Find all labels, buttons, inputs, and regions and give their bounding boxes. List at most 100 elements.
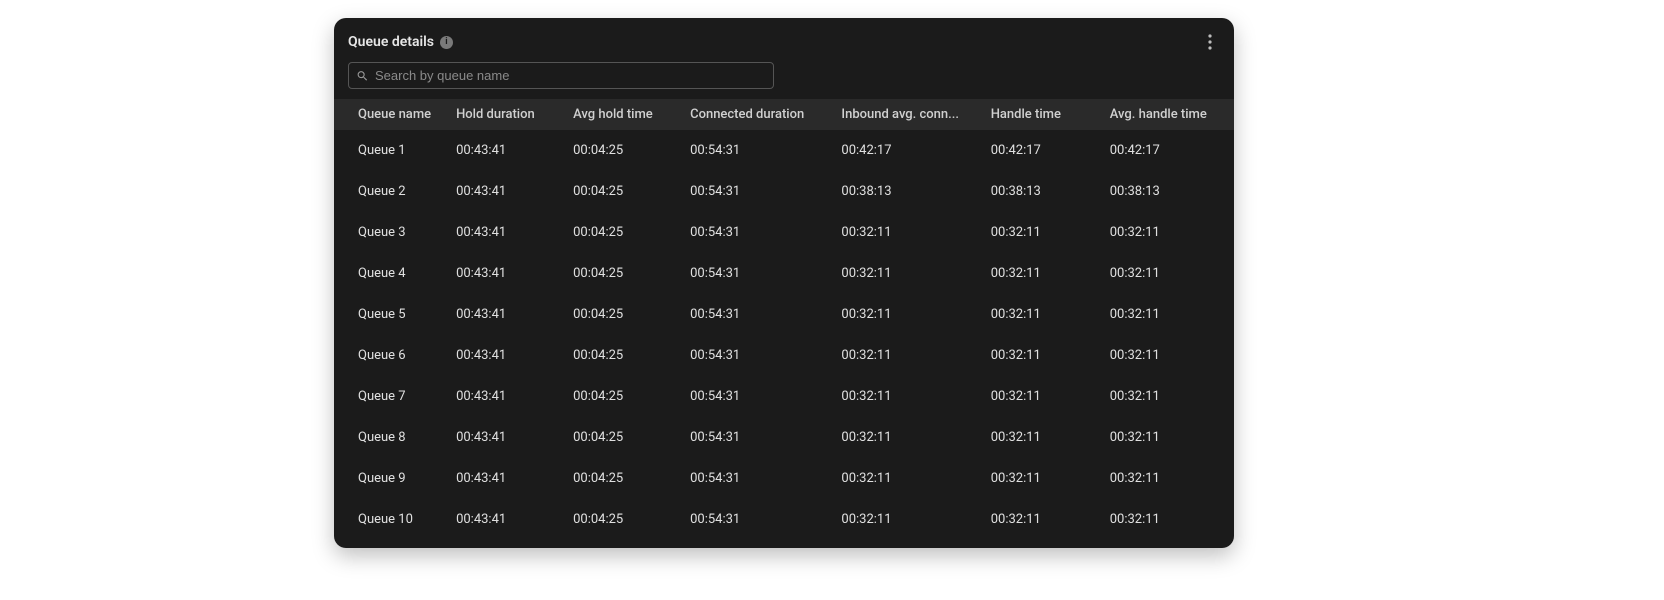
col-header-queue-name[interactable]: Queue name [334,99,444,130]
table-cell: 00:04:25 [561,294,678,335]
table-cell: Queue 7 [334,376,444,417]
table-cell: Queue 9 [334,458,444,499]
table-cell: Queue 5 [334,294,444,335]
table-cell: 00:43:41 [444,294,561,335]
table-row[interactable]: Queue 1000:43:4100:04:2500:54:3100:32:11… [334,499,1234,540]
table-row[interactable]: Queue 100:43:4100:04:2500:54:3100:42:170… [334,130,1234,171]
table-cell: 00:54:31 [678,335,829,376]
table-cell: 00:38:13 [979,171,1098,212]
table-cell: 00:43:41 [444,499,561,540]
search-input[interactable] [348,62,774,89]
table-header-row: Queue name Hold duration Avg hold time C… [334,99,1234,130]
search-wrap [348,62,774,89]
table-cell: Queue 3 [334,212,444,253]
table-cell: 00:32:11 [1098,294,1234,335]
col-header-hold-duration[interactable]: Hold duration [444,99,561,130]
table-cell: 00:04:25 [561,417,678,458]
table-cell: 00:04:25 [561,212,678,253]
table-cell: 00:54:31 [678,171,829,212]
more-menu-button[interactable] [1200,30,1220,54]
table-cell: 00:32:11 [1098,253,1234,294]
table-cell: Queue 2 [334,171,444,212]
queue-table: Queue name Hold duration Avg hold time C… [334,99,1234,540]
table-cell: 00:32:11 [979,253,1098,294]
table-cell: 00:32:11 [979,376,1098,417]
table-cell: 00:32:11 [829,212,978,253]
table-row[interactable]: Queue 900:43:4100:04:2500:54:3100:32:110… [334,458,1234,499]
table-cell: 00:54:31 [678,212,829,253]
table-cell: 00:32:11 [979,335,1098,376]
table-row[interactable]: Queue 200:43:4100:04:2500:54:3100:38:130… [334,171,1234,212]
table-cell: 00:43:41 [444,171,561,212]
table-cell: 00:54:31 [678,294,829,335]
col-header-avg-handle-time[interactable]: Avg. handle time [1098,99,1234,130]
table-cell: 00:32:11 [829,417,978,458]
table-cell: 00:54:31 [678,376,829,417]
table-cell: 00:32:11 [1098,499,1234,540]
table-cell: 00:42:17 [829,130,978,171]
panel-header: Queue details i [334,18,1234,62]
col-header-inbound-avg-conn[interactable]: Inbound avg. conn... [829,99,978,130]
table-wrap: Queue name Hold duration Avg hold time C… [334,99,1234,548]
table-cell: Queue 1 [334,130,444,171]
table-cell: 00:04:25 [561,458,678,499]
table-cell: Queue 6 [334,335,444,376]
search-row [334,62,1234,99]
table-cell: 00:43:41 [444,335,561,376]
panel-title: Queue details [348,34,434,50]
table-cell: 00:04:25 [561,171,678,212]
table-scroll[interactable]: Queue name Hold duration Avg hold time C… [334,99,1234,548]
table-row[interactable]: Queue 500:43:4100:04:2500:54:3100:32:110… [334,294,1234,335]
table-cell: 00:32:11 [829,499,978,540]
table-cell: Queue 10 [334,499,444,540]
col-header-handle-time[interactable]: Handle time [979,99,1098,130]
table-cell: 00:32:11 [979,417,1098,458]
table-row[interactable]: Queue 600:43:4100:04:2500:54:3100:32:110… [334,335,1234,376]
table-cell: 00:43:41 [444,253,561,294]
table-cell: 00:32:11 [829,253,978,294]
table-cell: 00:42:17 [979,130,1098,171]
table-cell: 00:43:41 [444,458,561,499]
search-icon [356,69,369,82]
table-cell: 00:04:25 [561,376,678,417]
more-vertical-icon [1208,34,1212,50]
table-cell: Queue 8 [334,417,444,458]
table-cell: 00:32:11 [829,294,978,335]
table-cell: 00:32:11 [1098,458,1234,499]
table-cell: 00:04:25 [561,335,678,376]
table-cell: 00:54:31 [678,499,829,540]
table-cell: 00:54:31 [678,458,829,499]
table-cell: 00:32:11 [979,499,1098,540]
queue-details-panel: Queue details i Queue name Hold duration [334,18,1234,548]
table-cell: 00:04:25 [561,130,678,171]
table-cell: 00:43:41 [444,417,561,458]
table-cell: 00:54:31 [678,417,829,458]
table-cell: 00:38:13 [829,171,978,212]
table-cell: 00:43:41 [444,130,561,171]
table-cell: 00:04:25 [561,499,678,540]
col-header-connected-duration[interactable]: Connected duration [678,99,829,130]
table-row[interactable]: Queue 400:43:4100:04:2500:54:3100:32:110… [334,253,1234,294]
table-cell: 00:32:11 [979,212,1098,253]
table-cell: 00:32:11 [829,376,978,417]
table-cell: 00:32:11 [829,458,978,499]
table-cell: 00:54:31 [678,253,829,294]
table-cell: 00:04:25 [561,253,678,294]
table-row[interactable]: Queue 300:43:4100:04:2500:54:3100:32:110… [334,212,1234,253]
table-cell: 00:43:41 [444,376,561,417]
table-cell: 00:32:11 [1098,376,1234,417]
table-cell: 00:42:17 [1098,130,1234,171]
table-cell: 00:32:11 [979,294,1098,335]
table-cell: 00:54:31 [678,130,829,171]
table-cell: 00:32:11 [979,458,1098,499]
table-row[interactable]: Queue 800:43:4100:04:2500:54:3100:32:110… [334,417,1234,458]
table-cell: 00:32:11 [1098,212,1234,253]
table-cell: 00:32:11 [1098,417,1234,458]
table-cell: 00:38:13 [1098,171,1234,212]
table-cell: 00:32:11 [829,335,978,376]
col-header-avg-hold-time[interactable]: Avg hold time [561,99,678,130]
info-icon[interactable]: i [440,36,453,49]
table-cell: Queue 4 [334,253,444,294]
table-cell: 00:32:11 [1098,335,1234,376]
table-row[interactable]: Queue 700:43:4100:04:2500:54:3100:32:110… [334,376,1234,417]
